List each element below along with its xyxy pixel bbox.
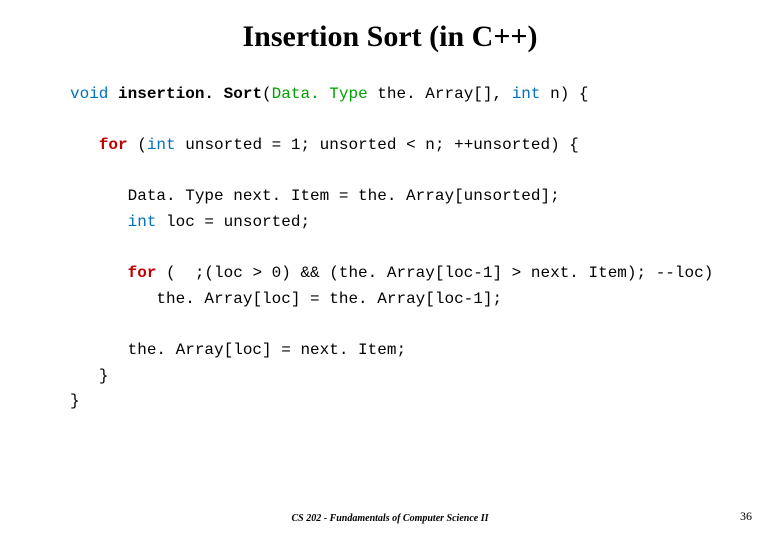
code-block: void insertion. Sort(Data. Type the. Arr…	[0, 82, 780, 415]
type-name: Data. Type	[272, 85, 368, 103]
code-text: (	[262, 85, 272, 103]
code-text: the. Array[loc] = next. Item;	[128, 341, 406, 359]
keyword-for: for	[99, 136, 128, 154]
code-text: unsorted = 1; unsorted < n; ++unsorted) …	[176, 136, 579, 154]
code-text: the. Array[loc] = the. Array[loc-1];	[156, 290, 502, 308]
code-text: n) {	[541, 85, 589, 103]
code-text: Data. Type next. Item = the. Array[unsor…	[128, 187, 560, 205]
code-text: the. Array[],	[368, 85, 512, 103]
keyword-for: for	[128, 264, 157, 282]
code-text: (	[128, 136, 147, 154]
keyword-int: int	[128, 213, 157, 231]
code-text: ( ;(loc > 0) && (the. Array[loc-1] > nex…	[156, 264, 713, 282]
keyword-int: int	[147, 136, 176, 154]
slide: Insertion Sort (in C++) void insertion. …	[0, 0, 780, 540]
code-text: loc = unsorted;	[156, 213, 310, 231]
page-number: 36	[740, 509, 752, 524]
code-text: }	[99, 367, 109, 385]
footer-text: CS 202 - Fundamentals of Computer Scienc…	[0, 513, 780, 524]
function-name: insertion. Sort	[118, 85, 262, 103]
keyword-void: void	[70, 85, 108, 103]
code-text: }	[70, 392, 80, 410]
slide-title: Insertion Sort (in C++)	[0, 20, 780, 54]
keyword-int: int	[512, 85, 541, 103]
